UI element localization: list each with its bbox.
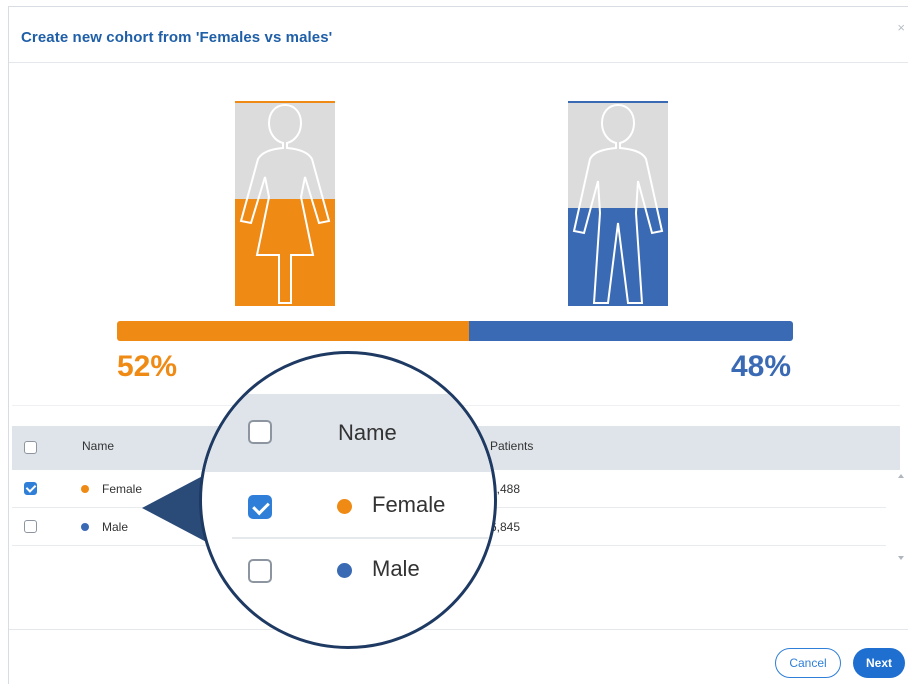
table-scrollbar[interactable] [894, 470, 908, 568]
gender-split-bar [117, 321, 793, 341]
dialog-header: Create new cohort from 'Females vs males… [9, 7, 908, 63]
male-figure-icon [568, 101, 668, 306]
magnified-select-all-checkbox [248, 420, 272, 444]
magnified-male-checkbox [248, 559, 272, 583]
magnified-female-dot [337, 499, 352, 514]
female-bar-segment [117, 321, 469, 341]
male-silhouette [572, 103, 664, 304]
male-percent: 48% [730, 350, 791, 383]
magnified-male-label: Male [372, 556, 420, 581]
cancel-button[interactable]: Cancel [775, 648, 841, 678]
scroll-down-icon[interactable] [898, 556, 904, 560]
next-button[interactable]: Next [853, 648, 905, 678]
scroll-up-icon[interactable] [898, 474, 904, 478]
footer-divider [9, 629, 908, 630]
select-all-checkbox[interactable] [24, 441, 37, 454]
magnified-row-divider [232, 537, 494, 539]
female-percent: 52% [117, 350, 178, 383]
close-icon[interactable]: × [897, 21, 905, 34]
column-header-name: Name [82, 439, 115, 453]
male-color-dot [81, 523, 89, 531]
row-checkbox-female[interactable] [24, 482, 37, 495]
magnified-column-header-name: Name [338, 420, 397, 445]
dialog-title: Create new cohort from 'Females vs males… [21, 29, 333, 46]
row-name: Male [102, 520, 129, 534]
column-header-patients: Patients [490, 439, 534, 453]
magnified-female-checkbox [248, 495, 272, 519]
female-color-dot [81, 485, 89, 493]
female-figure-icon [235, 101, 335, 306]
magnified-male-dot [337, 563, 352, 578]
row-name: Female [102, 482, 143, 496]
magnifier-callout: Name Female Male [199, 351, 497, 649]
row-checkbox-male[interactable] [24, 520, 37, 533]
magnified-table-header: Name [202, 394, 494, 472]
male-bar-segment [468, 321, 793, 341]
female-silhouette [239, 103, 331, 304]
magnified-female-label: Female [372, 492, 446, 517]
